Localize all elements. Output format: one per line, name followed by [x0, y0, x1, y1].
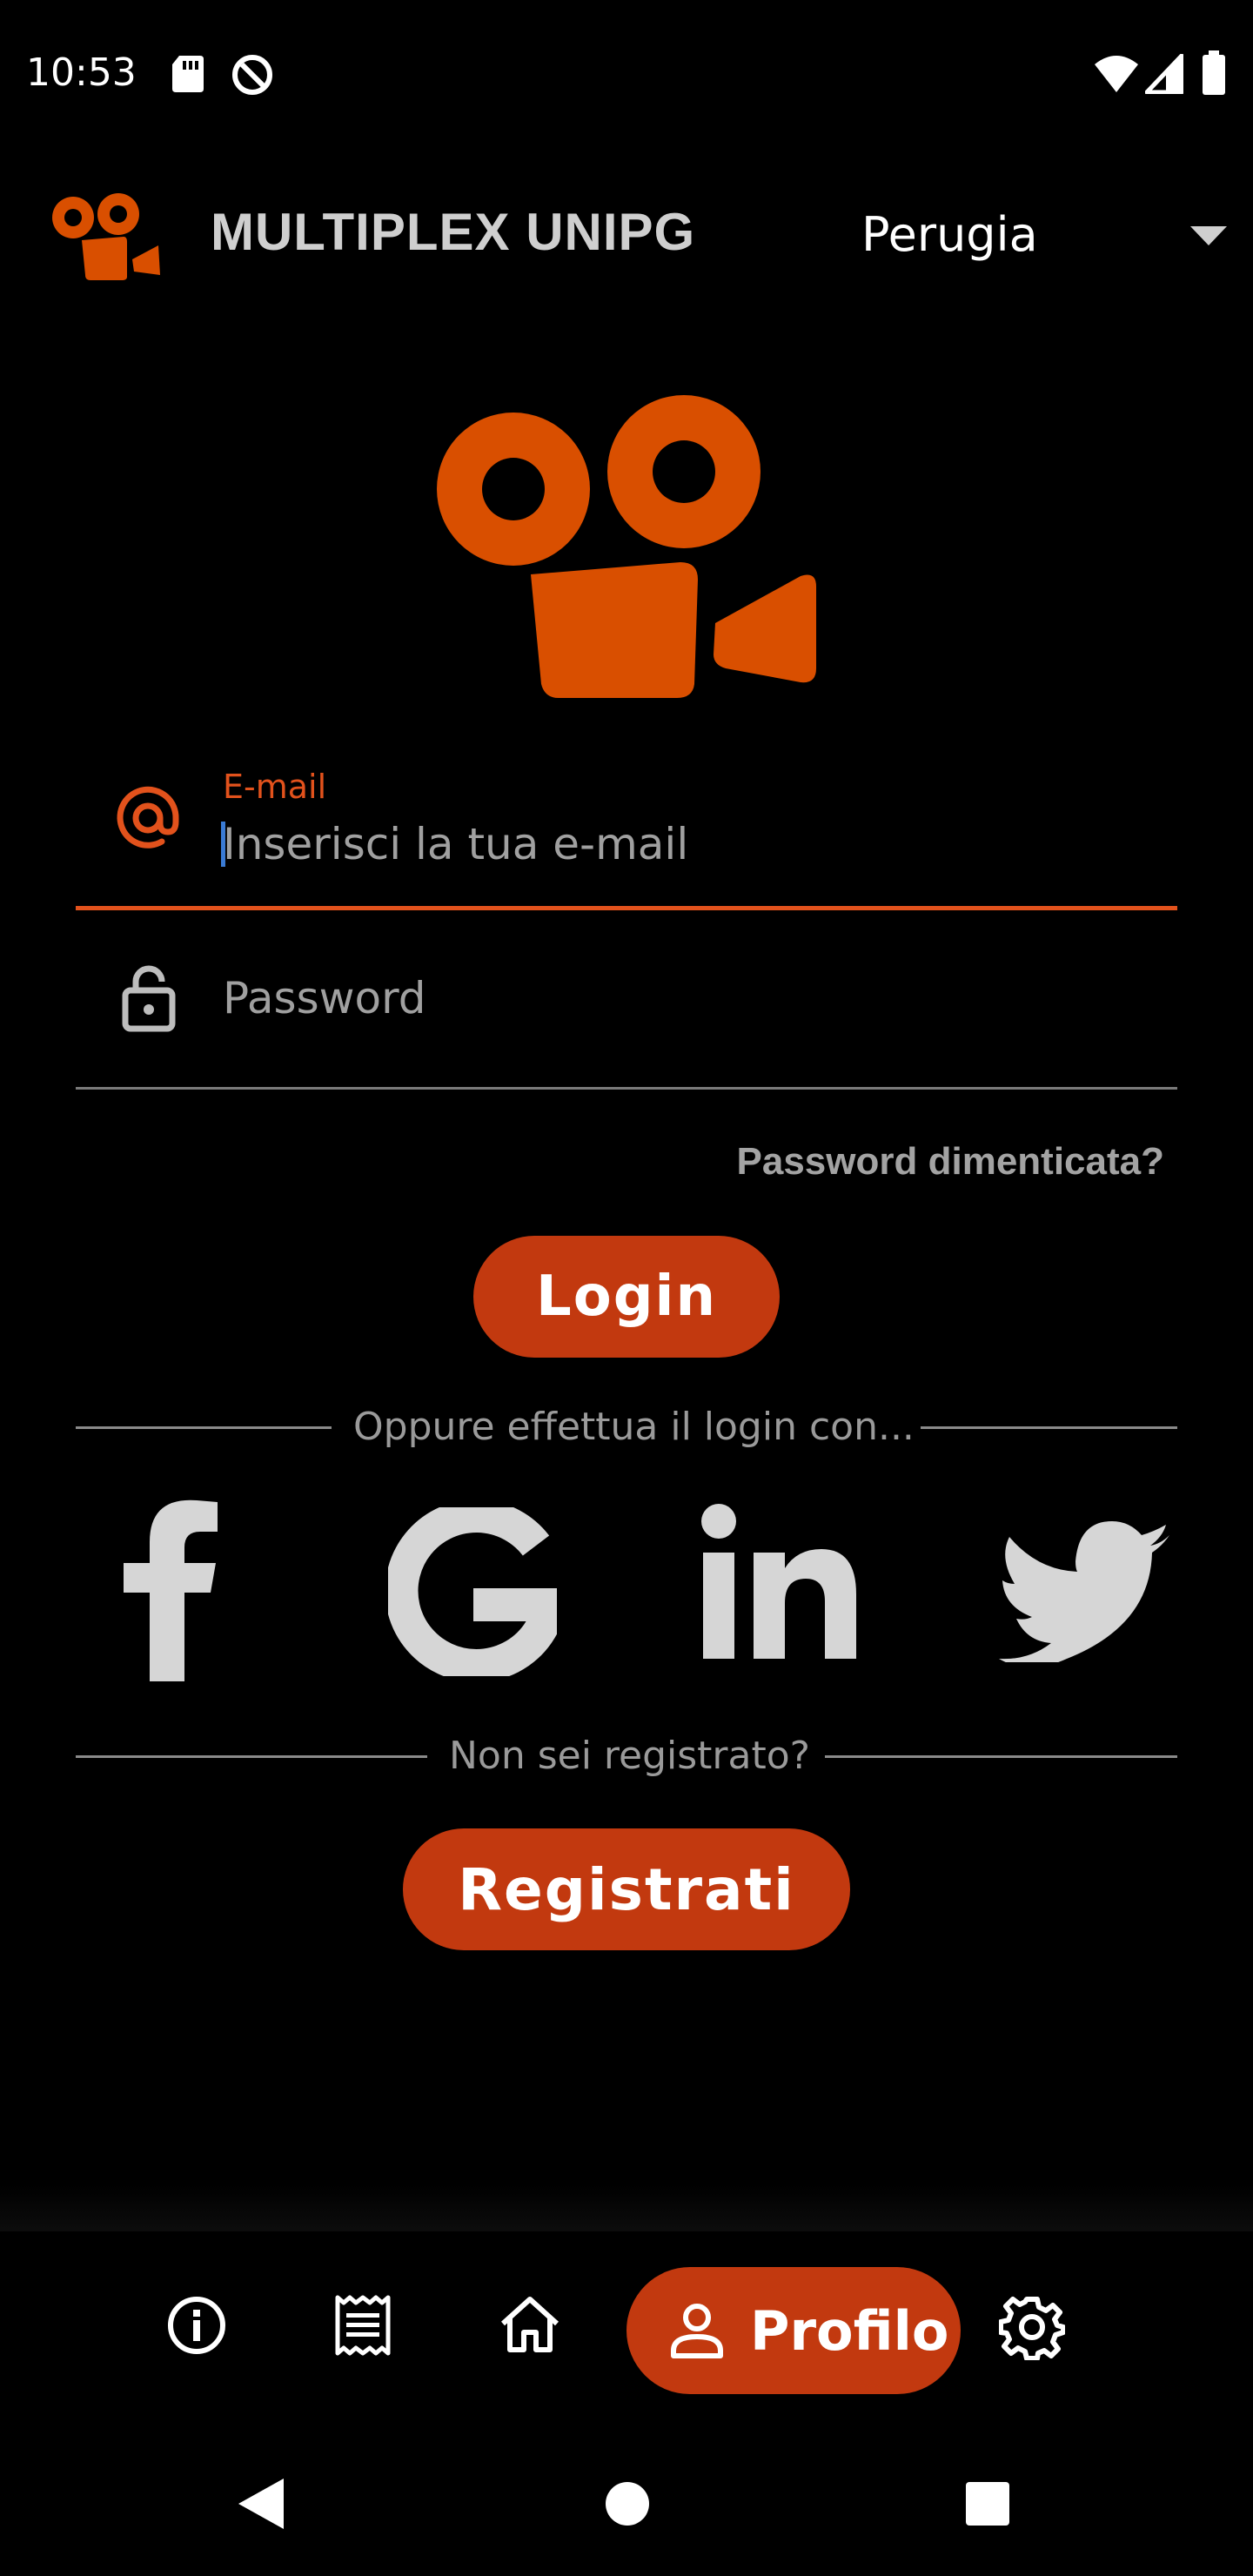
status-time: 10:53 [26, 50, 137, 95]
lock-open-icon [122, 965, 176, 1032]
city-select[interactable]: Perugia [861, 207, 1038, 262]
divider-line [825, 1755, 1177, 1758]
linkedin-icon[interactable] [701, 1504, 858, 1659]
signal-icon [1145, 54, 1183, 94]
home-icon[interactable] [498, 2294, 562, 2355]
app-logo-icon [52, 193, 160, 280]
sd-card-icon [172, 56, 204, 92]
chevron-down-icon[interactable] [1189, 225, 1229, 247]
email-field[interactable] [223, 814, 1163, 875]
info-icon[interactable] [165, 2294, 228, 2357]
social-divider-text: Oppure effettua il login con... [353, 1405, 915, 1449]
at-sign-icon [117, 786, 179, 849]
data-saver-icon [232, 55, 272, 95]
email-label: E-mail [223, 768, 327, 806]
back-icon[interactable] [237, 2477, 285, 2531]
google-icon[interactable] [388, 1507, 557, 1676]
nav-profile-label: Profilo [750, 2298, 949, 2363]
email-underline [76, 906, 1177, 910]
battery-icon [1203, 50, 1225, 95]
person-icon [671, 2304, 723, 2358]
login-button[interactable]: Login [473, 1236, 780, 1358]
nav-shadow [0, 2184, 1253, 2233]
facebook-icon[interactable] [120, 1497, 219, 1681]
nav-profile-button[interactable]: Profilo [626, 2267, 961, 2394]
register-button[interactable]: Registrati [403, 1828, 850, 1950]
receipt-icon[interactable] [334, 2294, 392, 2357]
password-underline [76, 1087, 1177, 1090]
text-cursor [221, 822, 225, 867]
divider-line [921, 1426, 1177, 1429]
app-title: MULTIPLEX UNIPG [211, 203, 696, 261]
home-button-icon[interactable] [604, 2480, 651, 2527]
recents-icon[interactable] [964, 2480, 1011, 2527]
camera-logo-icon [437, 395, 816, 698]
register-divider-text: Non sei registrato? [449, 1734, 811, 1778]
forgot-password-link[interactable]: Password dimenticata? [737, 1140, 1164, 1184]
divider-line [76, 1755, 427, 1758]
divider-line [76, 1426, 332, 1429]
settings-icon[interactable] [999, 2294, 1065, 2360]
wifi-icon [1095, 56, 1138, 92]
twitter-icon[interactable] [997, 1518, 1171, 1662]
password-field[interactable] [223, 968, 1163, 1029]
